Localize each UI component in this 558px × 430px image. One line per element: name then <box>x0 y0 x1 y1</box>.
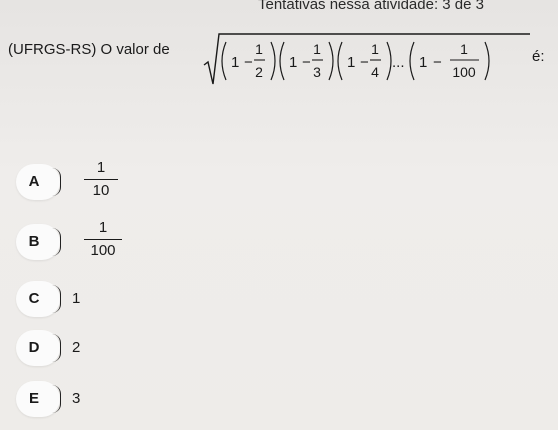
factor-num: 1 <box>255 41 263 57</box>
factor-den: 4 <box>371 64 379 80</box>
option-fraction: 1 10 <box>78 158 124 201</box>
formula-ellipsis: ... <box>392 54 405 71</box>
option-letter: A <box>28 173 40 190</box>
fraction-numerator: 1 <box>96 159 106 176</box>
paren-close <box>484 41 490 81</box>
factor-minus: − <box>244 54 253 71</box>
option-badge[interactable]: C <box>16 281 61 317</box>
factor-num: 1 <box>313 41 321 57</box>
attempts-counter: Tentativas nessa atividade: 3 de 3 <box>258 0 484 13</box>
option-badge[interactable]: A <box>16 164 61 200</box>
option-value: 1 <box>72 290 81 307</box>
option-c[interactable]: C 1 <box>16 281 216 317</box>
paren-open <box>221 41 227 81</box>
factor-one: 1 <box>231 54 239 71</box>
quiz-screen: Tentativas nessa atividade: 3 de 3 (UFRG… <box>0 0 558 430</box>
factor-minus: − <box>302 54 311 71</box>
factor-num: 1 <box>460 41 468 57</box>
option-badge[interactable]: D <box>16 330 61 366</box>
option-letter: E <box>28 390 39 407</box>
question-statement: (UFRGS-RS) O valor de 1 − 1 2 1 − 1 3 1 … <box>8 32 556 88</box>
option-d[interactable]: D 2 <box>16 330 216 366</box>
factor-den: 100 <box>452 64 476 80</box>
option-letter: D <box>28 339 40 356</box>
fraction-bar <box>84 179 118 181</box>
factor-one: 1 <box>347 54 355 71</box>
badge-divider <box>52 228 61 256</box>
option-letter: C <box>28 290 40 307</box>
badge-divider <box>52 285 61 313</box>
paren-close <box>386 41 392 81</box>
paren-open <box>409 41 415 81</box>
fraction-numerator: 1 <box>98 219 108 236</box>
fraction-denominator: 100 <box>90 242 116 260</box>
option-fraction: 1 100 <box>78 218 128 261</box>
factor-minus: − <box>360 54 369 71</box>
paren-open <box>337 41 343 81</box>
badge-divider <box>52 168 61 196</box>
option-value: 3 <box>72 390 81 407</box>
paren-close <box>328 41 334 81</box>
fraction-denominator: 10 <box>92 182 110 200</box>
badge-divider <box>52 334 61 362</box>
option-b[interactable]: B 1 100 <box>16 219 216 260</box>
option-e[interactable]: E 3 <box>16 381 216 417</box>
paren-open <box>279 41 285 81</box>
factor-one: 1 <box>419 54 427 71</box>
radical-formula: 1 − 1 2 1 − 1 3 1 − 1 4 ... 1 − 1 100 <box>203 33 530 85</box>
badge-divider <box>52 385 61 413</box>
factor-num: 1 <box>371 41 379 57</box>
factor-den: 3 <box>313 64 321 80</box>
option-badge[interactable]: B <box>16 224 61 260</box>
question-suffix: é: <box>532 48 545 65</box>
option-value: 2 <box>72 339 81 356</box>
option-a[interactable]: A 1 10 <box>16 159 216 200</box>
question-prefix: (UFRGS-RS) O valor de <box>8 41 170 58</box>
factor-one: 1 <box>289 54 297 71</box>
fraction-bar <box>84 239 122 241</box>
factor-den: 2 <box>255 64 263 80</box>
factor-minus: − <box>433 54 442 71</box>
paren-close <box>270 41 276 81</box>
option-letter: B <box>28 233 40 250</box>
option-badge[interactable]: E <box>16 381 61 417</box>
